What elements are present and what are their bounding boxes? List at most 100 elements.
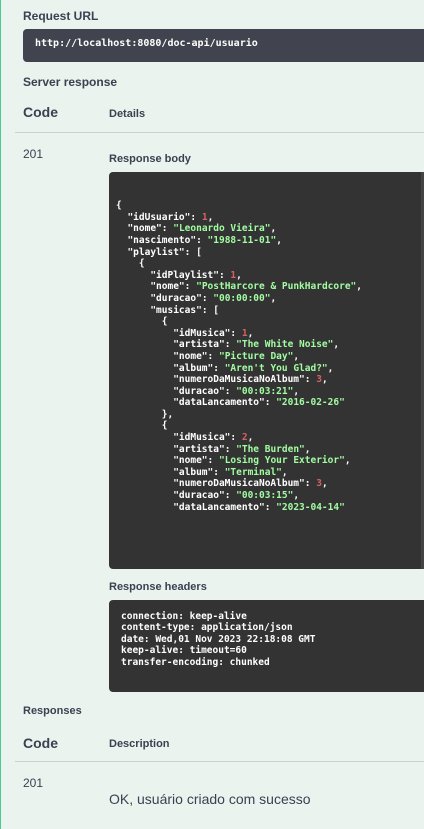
response-body-token: "nome" — [127, 223, 162, 235]
response-body-line: "duracao": "00:03:21", — [116, 386, 418, 398]
response-body-line: "artista": "The Burden", — [116, 444, 418, 456]
responses-divider — [15, 761, 424, 762]
response-body-token — [116, 455, 173, 466]
response-body-token — [116, 339, 173, 350]
response-body-token — [116, 235, 127, 246]
response-body-token: "The White Noise" — [236, 339, 334, 351]
response-body-token: : — [196, 234, 208, 246]
response-body-token: : — [224, 443, 237, 455]
response-body-token: : — [304, 478, 317, 490]
response-body-token: : — [213, 466, 225, 478]
response-body-token: "2023-04-14" — [276, 501, 345, 513]
response-body-token: "Leonardo Vieira" — [173, 223, 271, 235]
response-body-token — [116, 478, 173, 489]
response-header-line: content-type: application/json — [121, 622, 293, 634]
response-body-token — [116, 363, 173, 374]
response-body-token: : — [224, 490, 237, 502]
response-body-line: "idMusica": 1, — [116, 328, 418, 340]
response-body-token: "playlist" — [127, 246, 185, 258]
response-body-token: "numeroDaMusicaNoAlbum" — [173, 478, 305, 490]
server-response-label: Server response — [23, 75, 118, 89]
response-body-token: "duracao" — [173, 385, 225, 397]
response-body-code[interactable]: { "idUsuario": 1, "nome": "Leonardo Viei… — [109, 172, 424, 569]
response-body-token: , — [321, 374, 328, 386]
response-body-token: : — [230, 327, 242, 339]
response-body-line: "dataLancamento": "2023-04-14" — [116, 502, 418, 514]
response-body-token: "00:03:21" — [236, 385, 294, 397]
response-body-token — [116, 444, 173, 455]
response-body-token: "Picture Day" — [218, 350, 294, 362]
response-body-token: "duracao" — [150, 292, 202, 304]
response-body-token: { — [116, 316, 168, 328]
response-body-token: , — [281, 466, 288, 478]
response-body-token: "musicas" — [150, 304, 202, 316]
response-body-line: "nome": "Leonardo Vieira", — [116, 223, 418, 235]
response-body-token: "idMusica" — [173, 432, 231, 444]
request-url-box[interactable]: http://localhost:8080/doc-api/usuario — [23, 29, 424, 62]
response-body-token — [116, 374, 173, 385]
response-body-token: "nascimento" — [127, 234, 197, 246]
response-body-token: , — [270, 223, 277, 235]
response-body-token: , — [293, 385, 300, 397]
response-body-token: "dataLancamento" — [173, 501, 265, 513]
response-body-token: : — [207, 455, 219, 467]
response-body-line: "dataLancamento": "2016-02-26" — [116, 397, 418, 409]
response-body-token — [116, 386, 173, 397]
response-body-token: : — [207, 350, 219, 362]
response-headers-code[interactable]: connection: keep-alive content-type: appl… — [109, 600, 424, 692]
server-response-code-header: Code — [23, 104, 58, 120]
response-body-token: "duracao" — [173, 490, 225, 502]
response-body-token: "1988-11-01" — [207, 234, 277, 246]
response-body-line: }, — [116, 409, 418, 421]
response-body-line: "idUsuario": 1, — [116, 212, 418, 224]
response-body-line: "idMusica": 2, — [116, 432, 418, 444]
response-body-token: "dataLancamento" — [173, 397, 265, 409]
response-headers-label: Response headers — [109, 581, 207, 593]
response-header-line: keep-alive: timeout=60 — [121, 645, 247, 657]
response-body-token: : — [201, 292, 214, 304]
response-body-token: "2016-02-26" — [276, 397, 345, 409]
response-body-token: , — [321, 478, 328, 490]
response-body-token — [116, 270, 150, 281]
response-body-token: "idUsuario" — [127, 211, 191, 223]
responses-code: 201 — [23, 776, 44, 790]
response-body-token: , — [247, 327, 254, 339]
response-body-token: , — [270, 292, 277, 304]
server-response-divider — [15, 132, 424, 133]
response-body-token: "00:00:00" — [213, 292, 271, 304]
responses-description: OK, usuário criado com sucesso — [109, 791, 311, 807]
response-body-line: "musicas": [ — [116, 305, 418, 317]
response-body-token: { — [116, 200, 122, 212]
response-body-token: : — [264, 397, 277, 409]
response-body-token: "nome" — [173, 455, 208, 467]
response-body-token: "numeroDaMusicaNoAlbum" — [173, 374, 305, 386]
response-body-token: , — [304, 443, 311, 455]
response-body-token: , — [276, 234, 282, 246]
request-url-label: Request URL — [23, 9, 99, 23]
response-body-token: "album" — [173, 466, 214, 478]
response-body-token — [116, 467, 173, 478]
responses-code-header: Code — [23, 735, 58, 751]
response-body-token: : — [264, 501, 277, 513]
response-body-token — [116, 223, 127, 234]
server-response-code: 201 — [23, 147, 44, 161]
response-body-token: , — [293, 490, 300, 502]
response-body-line: "nome": "Losing Your Exterior", — [116, 455, 418, 467]
response-body-line: "nascimento": "1988-11-01", — [116, 235, 418, 247]
response-body-token — [116, 212, 127, 223]
response-body-token: "00:03:15" — [236, 490, 294, 502]
execution-panel: Request URL http://localhost:8080/doc-ap… — [0, 0, 424, 829]
response-body-token — [116, 281, 150, 292]
response-body-token: : — [224, 385, 237, 397]
response-header-line: date: Wed,01 Nov 2023 22:18:08 GMT — [121, 633, 316, 645]
response-body-token: , — [293, 350, 300, 362]
response-body-token: , — [236, 269, 242, 281]
response-body-token: , — [247, 432, 254, 444]
response-body-line: "album": "Terminal", — [116, 467, 418, 479]
response-body-token: , — [344, 455, 351, 467]
response-body-token: : — [161, 223, 174, 235]
response-body-line: "idPlaylist": 1, — [116, 270, 418, 282]
response-body-token: }, — [116, 408, 174, 420]
response-body-token: "artista" — [173, 443, 225, 455]
response-body-token: "Aren't You Glad?" — [224, 362, 328, 374]
